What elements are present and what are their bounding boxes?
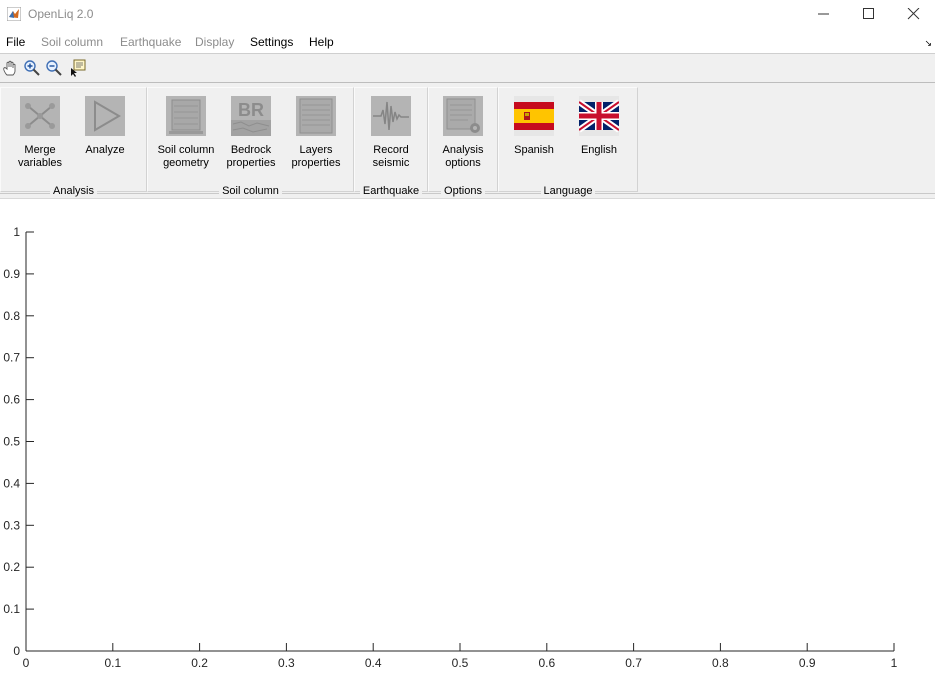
plot-area[interactable]: 0 0.1 0.2 0.3 0.4 0.5 0.6 0.7 0.8 0.9 1 0 0.1 0.2 0.3 0… (0, 198, 935, 674)
english-label: English (580, 144, 618, 156)
x-tick-label: 0.2 (191, 656, 208, 670)
bedrock-label-line1: Bedrock (230, 144, 272, 156)
panel-earthquake: Record seismic Earthquake (354, 87, 428, 197)
soil-column-icon (166, 96, 206, 136)
panel-title-options: Options (441, 185, 485, 197)
record-seismic-button[interactable]: Record seismic (360, 96, 422, 170)
undock-arrow-icon[interactable]: ↘ (924, 38, 932, 49)
y-tick-label: 1 (13, 225, 20, 239)
close-icon (907, 8, 920, 20)
menu-soil-column[interactable]: Soil column (41, 35, 103, 49)
x-tick-label: 0.7 (625, 656, 642, 670)
menu-earthquake[interactable]: Earthquake (120, 35, 181, 49)
bedrock-label-line2: properties (226, 157, 276, 169)
y-tick-label: 0.7 (3, 351, 20, 365)
figure-toolbar (0, 53, 935, 83)
panel-soil-column: Soil column geometry BR Bedrock properties… (147, 87, 354, 197)
merge-label-line1: Merge (24, 144, 56, 156)
ribbon: Merge variables Analyze Analysis Soil col… (0, 83, 935, 197)
spain-flag-icon (514, 96, 554, 136)
menu-help[interactable]: Help (309, 35, 334, 49)
analysis-options-label-line1: Analysis (442, 144, 484, 156)
english-button[interactable]: English (568, 96, 630, 157)
seismograph-icon (371, 96, 411, 136)
merge-variables-icon (20, 96, 60, 136)
soil-geometry-label-line1: Soil column (157, 144, 215, 156)
panel-language: Spanish English Language (498, 87, 638, 197)
panel-title-earthquake: Earthquake (359, 185, 423, 197)
analyze-button[interactable]: Analyze (74, 96, 136, 157)
x-tick-label: 0.3 (278, 656, 295, 670)
x-tick-label: 0 (23, 656, 30, 670)
y-tick-label: 0.1 (3, 602, 20, 616)
x-tick-label: 0.6 (538, 656, 555, 670)
x-tick-label: 0.9 (799, 656, 816, 670)
spanish-button[interactable]: Spanish (503, 96, 565, 157)
y-tick-label: 0.4 (3, 476, 20, 490)
pan-icon[interactable] (1, 59, 19, 77)
y-tick-label: 0.9 (3, 267, 20, 281)
empty-axes[interactable]: 0 0.1 0.2 0.3 0.4 0.5 0.6 0.7 0.8 0.9 1 0 0.1 0.2 0.3 0… (0, 199, 935, 674)
panel-title-analysis: Analysis (50, 185, 97, 197)
minimize-icon (818, 13, 829, 15)
spanish-label: Spanish (514, 144, 554, 156)
x-tick-label: 0.1 (104, 656, 121, 670)
menu-bar: File Soil column Earthquake Display Sett… (0, 30, 935, 53)
analysis-options-icon (443, 96, 483, 136)
layers-properties-button[interactable]: Layers properties (285, 96, 347, 170)
bedrock-icon-text: BR (238, 100, 264, 120)
panel-title-language: Language (540, 185, 596, 197)
menu-display[interactable]: Display (195, 35, 234, 49)
y-tick-label: 0.6 (3, 393, 20, 407)
analyze-label: Analyze (85, 144, 125, 156)
menu-settings[interactable]: Settings (250, 35, 293, 49)
play-icon (85, 96, 125, 136)
panel-analysis: Merge variables Analyze Analysis (0, 87, 147, 197)
x-tick-label: 0.4 (365, 656, 382, 670)
panel-options: Analysis options Options (428, 87, 498, 197)
matlab-logo-icon (7, 7, 21, 21)
record-label-line1: Record (373, 144, 409, 156)
y-tick-label: 0.5 (3, 435, 20, 449)
uk-flag-icon (577, 96, 621, 136)
y-tick-label: 0.2 (3, 560, 20, 574)
x-tick-label: 1 (891, 656, 898, 670)
close-button[interactable] (891, 0, 935, 30)
x-tick-label: 0.5 (452, 656, 469, 670)
zoom-out-icon[interactable] (45, 59, 63, 77)
merge-variables-button[interactable]: Merge variables (9, 96, 71, 170)
y-tick-label: 0 (13, 644, 20, 658)
window-title: OpenLiq 2.0 (28, 7, 94, 21)
bedrock-properties-button[interactable]: BR Bedrock properties (220, 96, 282, 170)
layers-label-line1: Layers (299, 144, 333, 156)
title-bar: OpenLiq 2.0 (0, 0, 935, 30)
soil-geometry-label-line2: geometry (163, 157, 209, 169)
analysis-options-button[interactable]: Analysis options (432, 96, 494, 170)
layers-label-line2: properties (291, 157, 341, 169)
record-label-line2: seismic (372, 157, 410, 169)
panel-title-soil-column: Soil column (219, 185, 282, 197)
y-tick-label: 0.3 (3, 518, 20, 532)
minimize-button[interactable] (801, 0, 847, 30)
layers-icon (296, 96, 336, 136)
x-tick-label: 0.8 (712, 656, 729, 670)
zoom-in-icon[interactable] (23, 59, 41, 77)
bedrock-icon: BR (231, 96, 271, 136)
analysis-options-label-line2: options (445, 157, 481, 169)
y-tick-label: 0.8 (3, 309, 20, 323)
data-cursor-icon[interactable] (69, 59, 87, 77)
maximize-button[interactable] (846, 0, 892, 30)
maximize-icon (863, 8, 874, 19)
menu-file[interactable]: File (6, 35, 25, 49)
soil-column-geometry-button[interactable]: Soil column geometry (155, 96, 217, 170)
merge-label-line2: variables (17, 157, 63, 169)
